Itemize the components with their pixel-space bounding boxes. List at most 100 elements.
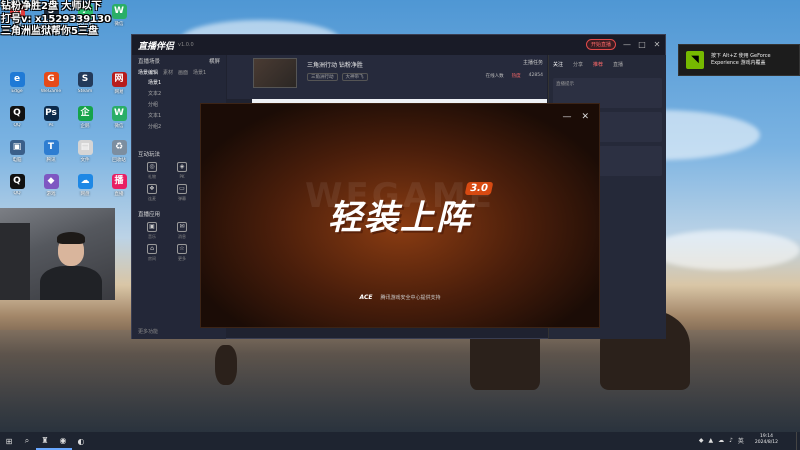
tab-scene-1[interactable]: 场景1 [193,69,206,76]
streamer-task-link[interactable]: 主播任务 [523,59,543,66]
show-desktop-button[interactable] [796,432,800,450]
splash-version-badge: 3.0 [464,182,494,195]
desktop-icon[interactable]: S Steam [68,72,102,106]
desktop-app-icon: ▤ [77,140,93,155]
desktop-icon[interactable]: ☁ 网盘 [68,174,102,208]
sidebar-title[interactable]: 直播场景 [138,57,160,65]
tool-icon: ◈ [177,162,187,172]
stream-thumbnail[interactable] [253,58,297,88]
taskbar: ⊞ ⌕ ♜ ◉ ◐ ◆ ▲ ☁ ♪ 英 19:14 2024/8/12 [0,432,800,450]
desktop-app-icon: 播 [111,174,127,189]
stream-stats: 在线人数 热度 42854 [486,73,543,79]
minimize-icon[interactable]: — [623,40,631,49]
maximize-icon[interactable]: □ [638,40,646,49]
app-taskbar-icon[interactable]: ◐ [72,432,90,450]
wegame-splash-dialog: — ✕ WEGAME 轻装上阵 3.0 ACE 腾讯游戏安全中心提供支持 [200,103,600,328]
desktop-icon[interactable]: e Edge [0,72,34,106]
desktop-icon[interactable]: Q QQ [0,106,34,140]
wegame-taskbar-icon[interactable]: ◉ [54,432,72,450]
heat-label: 热度 [511,74,521,79]
live-app-item[interactable]: ⌂ 房间 [138,244,166,262]
desktop-icon-label: 企鹅 [80,124,90,129]
desktop-app-icon: Q [9,174,25,189]
overlay-line: 三角洲监狱帮你5三盘 [1,26,98,37]
volume-icon[interactable]: ♪ [729,437,733,444]
live-app-item[interactable]: ✉ 消息 [168,222,196,240]
live-app-icon: ☆ [177,244,187,254]
tray-overflow-icon[interactable]: ▲ [708,437,713,444]
live-app-label: 房间 [148,256,156,261]
desktop-icon[interactable]: Q QQ [0,174,34,208]
desktop-icon[interactable]: ▤ 文件 [68,140,102,174]
notification-text: 按下 Alt+Z 使用 GeForce Experience 游戏内覆盖 [711,53,771,67]
notification-line: Experience 游戏内覆盖 [711,60,766,66]
desktop-app-icon: T [43,140,59,155]
desktop-app-icon: Ps [43,106,59,121]
tool-item[interactable]: ❖ 连麦 [138,184,166,202]
live-app-label: 消息 [178,234,186,239]
orientation-toggle[interactable]: 横屏 [209,57,220,65]
clock-date: 2024/8/12 [754,440,778,445]
tool-icon: ❖ [147,184,157,194]
webcam-person-body [40,266,102,300]
app-version: v1.0.0 [178,42,194,48]
close-icon[interactable]: ✕ [581,112,589,122]
minimize-icon[interactable]: — [562,112,571,122]
viewer-count: 42854 [528,73,543,78]
desktop-app-icon: ♻ [111,140,127,155]
desktop-icon[interactable]: 企企鹅 [68,106,102,140]
tool-label: 连麦 [148,196,156,201]
live-app-item[interactable]: ▣ 音乐 [138,222,166,240]
splash-footer: ACE 腾讯游戏安全中心提供支持 [201,294,599,301]
desktop-icon[interactable]: Ps Ps [34,106,68,140]
desktop-icon-label: QQ [13,123,21,128]
desktop-icon[interactable]: G WeGame [34,72,68,106]
ace-logo: ACE [359,294,373,301]
stream-tag[interactable]: 三角洲行动 [307,73,338,81]
tab-material[interactable]: 素材 [163,69,173,76]
tab-recommend[interactable]: 推荐 [593,61,603,68]
splash-title: 轻装上阵 [328,198,472,238]
notification-line: 按下 Alt+Z 使用 GeForce [711,53,771,59]
scene-item[interactable]: 场景1 [132,78,226,89]
stream-title[interactable]: 三角洲行动 钻粉净胜 [307,60,363,69]
desktop-app-icon: S [77,72,93,87]
tab-live[interactable]: 直播 [613,61,623,68]
geforce-notification[interactable]: ◥ 按下 Alt+Z 使用 GeForce Experience 游戏内覆盖 [678,44,800,76]
tab-screen[interactable]: 画面 [178,69,188,76]
sidebar-header: 直播场景 横屏 [132,55,226,67]
webcam-chair [0,223,30,300]
desktop-app-icon: ▣ [9,140,25,155]
online-count-label: 在线人数 [485,74,504,79]
desktop-icon[interactable]: ▣ 电脑 [0,140,34,174]
scene-item[interactable]: 文本2 [132,89,226,100]
live-app-label: 更多 [178,256,186,261]
stream-tag[interactable]: 大神带飞 [341,73,368,81]
tool-item[interactable]: ◎ 礼物 [138,162,166,180]
desktop-icon-label: 文件 [80,158,90,163]
close-icon[interactable]: ✕ [653,40,661,49]
desktop-icon[interactable]: T 腾讯 [34,140,68,174]
start-live-button[interactable]: 开始直播 [585,39,616,50]
desktop-app-icon: ◆ [43,174,59,189]
steam-taskbar-icon[interactable]: ♜ [36,432,54,450]
input-method-icon[interactable]: 英 [738,436,744,445]
tool-item[interactable]: ▭ 弹幕 [168,184,196,202]
cloud [650,230,800,270]
more-features-link[interactable]: 更多功能 [138,328,158,335]
tab-follow[interactable]: 关注 [553,61,563,68]
tray-app-icon[interactable]: ◆ [699,437,704,444]
tab-scene-edit[interactable]: 场景编辑 [138,69,158,76]
search-icon[interactable]: ⌕ [18,432,36,450]
tab-share[interactable]: 分享 [573,61,583,68]
clock[interactable]: 19:14 2024/8/12 [755,434,778,446]
live-app-item[interactable]: ☆ 更多 [168,244,196,262]
stream-overlay-text: 钻粉净胜2盘 大师以下 打号v: x1529339130 三角洲监狱帮你5三盘 [1,1,131,39]
tool-label: PK [179,174,185,179]
start-icon[interactable]: ⊞ [0,432,18,450]
desktop-icon-label: WeGame [40,89,62,94]
desktop-icon[interactable]: ◆ 游戏 [34,174,68,208]
tool-item[interactable]: ◈ PK [168,162,196,180]
app-titlebar[interactable]: 直播伴侣 v1.0.0 开始直播 — □ ✕ [132,35,665,55]
network-icon[interactable]: ☁ [718,437,724,444]
